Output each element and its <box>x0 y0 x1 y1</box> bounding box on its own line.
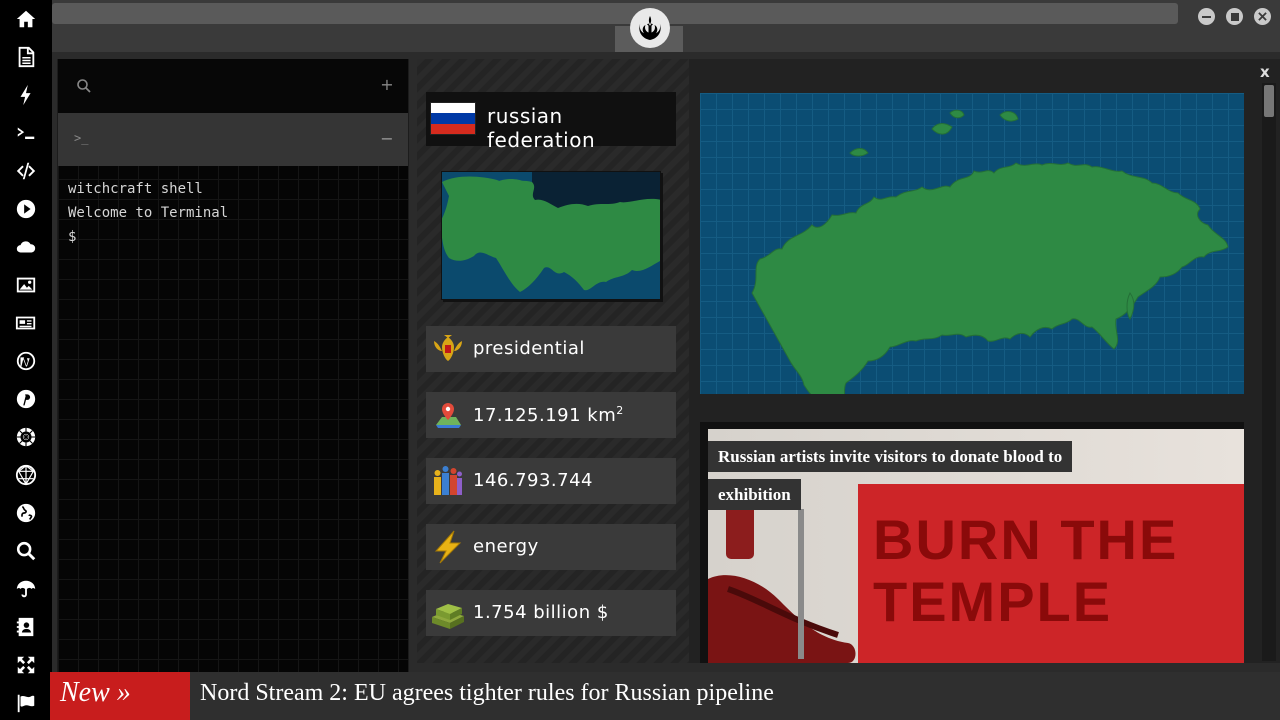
map-location-icon <box>436 403 461 428</box>
ticker-headline[interactable]: Nord Stream 2: EU agrees tighter rules f… <box>200 680 774 707</box>
rebel-logo-icon[interactable] <box>630 8 670 48</box>
terminal-panel: + >_ − witchcraft shell Welcome to Termi… <box>57 59 409 672</box>
scrollbar-thumb[interactable] <box>1264 85 1274 117</box>
terminal-tab[interactable]: >_ − <box>58 113 408 166</box>
cloud-icon[interactable] <box>14 235 38 259</box>
address-bar[interactable] <box>52 3 1178 24</box>
newspaper-icon[interactable] <box>14 311 38 335</box>
close-panel-button[interactable]: x <box>1260 63 1270 81</box>
flag-icon[interactable] <box>14 691 38 715</box>
code-icon[interactable] <box>14 159 38 183</box>
country-title-card: russian federation <box>426 92 676 152</box>
country-info-panel: x russian federation presidential 17.125… <box>417 59 1280 663</box>
app-sidebar <box>0 0 52 720</box>
search-icon[interactable] <box>76 78 92 94</box>
ticker-badge: New » <box>50 672 190 720</box>
expand-icon[interactable] <box>14 653 38 677</box>
image-icon[interactable] <box>14 273 38 297</box>
country-population: 146.793.744 <box>473 470 594 491</box>
search-icon[interactable] <box>14 539 38 563</box>
collapse-tab-button[interactable]: − <box>380 129 394 148</box>
terminal-icon[interactable] <box>14 121 38 145</box>
country-gdp: 1.754 billion $ <box>473 602 609 623</box>
terminal-line: Welcome to Terminal <box>68 205 229 221</box>
news-ticker: New » Nord Stream 2: EU agrees tighter r… <box>50 672 1280 720</box>
flag-stripe <box>431 113 475 124</box>
terminal-search-bar[interactable]: + <box>58 59 408 113</box>
stat-gdp: 1.754 billion $ <box>426 590 676 636</box>
globe-icon[interactable] <box>14 501 38 525</box>
document-icon[interactable] <box>14 45 38 69</box>
scrollbar-track[interactable] <box>1262 83 1276 661</box>
home-icon[interactable] <box>14 7 38 31</box>
minimize-button[interactable] <box>1198 8 1215 25</box>
government-type: presidential <box>473 338 585 359</box>
stat-government: presidential <box>426 326 676 372</box>
lightning-icon[interactable] <box>14 83 38 107</box>
stat-economy: energy <box>426 524 676 570</box>
terminal-output[interactable]: witchcraft shell Welcome to Terminal $ <box>68 177 228 249</box>
flag-stripe <box>431 103 475 114</box>
terminal-line: witchcraft shell <box>68 181 203 197</box>
flag-stripe <box>431 123 475 134</box>
terminal-prompt: $ <box>68 229 77 245</box>
image-text: BURN THE <box>873 508 1179 571</box>
country-map[interactable] <box>700 93 1244 394</box>
economy-sector: energy <box>473 536 539 557</box>
contacts-icon[interactable] <box>14 615 38 639</box>
news-card[interactable]: BURN THE TEMPLE Russian artists invite v… <box>700 422 1244 663</box>
play-icon[interactable] <box>14 197 38 221</box>
pinterest-icon[interactable] <box>14 387 38 411</box>
money-stack-icon <box>432 604 464 629</box>
terminal-prompt-icon: >_ <box>74 131 89 145</box>
coat-of-arms-icon <box>434 335 462 361</box>
top-bar <box>52 0 1280 52</box>
rebel-alliance-icon[interactable] <box>14 425 38 449</box>
stat-population: 146.793.744 <box>426 458 676 504</box>
population-icon <box>434 466 462 495</box>
add-tab-button[interactable]: + <box>380 75 394 94</box>
geodesic-icon[interactable] <box>14 463 38 487</box>
close-window-button[interactable] <box>1254 8 1271 25</box>
wordpress-icon[interactable] <box>14 349 38 373</box>
stat-area: 17.125.191 km2 <box>426 392 676 438</box>
image-text: TEMPLE <box>873 570 1113 633</box>
news-headline[interactable]: Russian artists invite visitors to donat… <box>708 438 1108 514</box>
umbrella-icon[interactable] <box>14 577 38 601</box>
country-area: 17.125.191 km2 <box>473 404 624 426</box>
maximize-button[interactable] <box>1226 8 1243 25</box>
country-name: russian federation <box>487 104 596 152</box>
energy-bolt-icon <box>434 530 462 564</box>
country-flag <box>430 102 476 135</box>
country-location-minimap[interactable] <box>441 171 661 300</box>
